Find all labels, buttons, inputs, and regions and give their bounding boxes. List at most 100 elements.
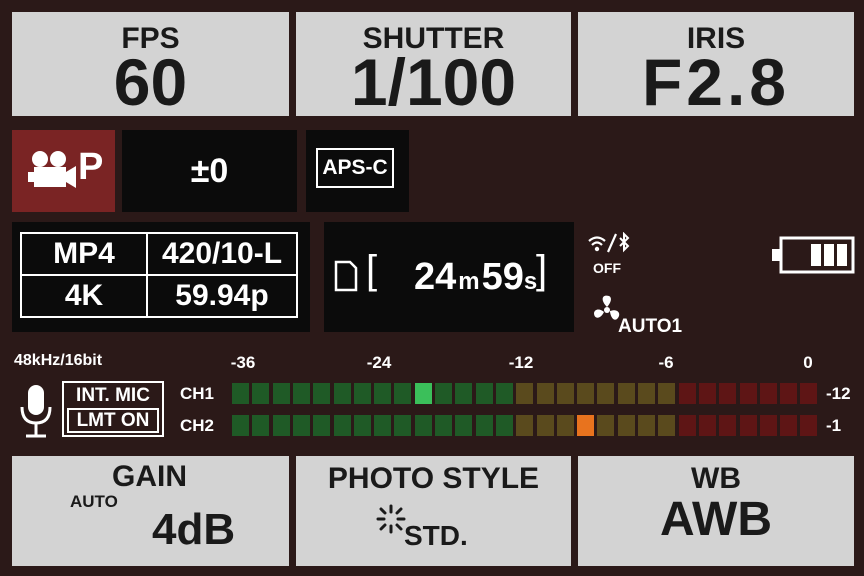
fps-tile[interactable]: FPS 60 <box>12 12 289 116</box>
wireless-status: OFF <box>593 260 621 276</box>
meter-segment <box>638 415 655 436</box>
meter-segment <box>435 415 452 436</box>
meter-segment <box>577 415 595 436</box>
fan-mode-label: AUTO1 <box>618 316 683 337</box>
exposure-comp-value: ±0 <box>190 152 229 190</box>
meter-segment <box>252 383 270 404</box>
meter-segment <box>739 383 757 404</box>
limiter-label: LMT ON <box>67 408 159 433</box>
meter-segment <box>658 383 676 404</box>
meter-segment <box>597 383 615 404</box>
meter-scale-minus6: -6 <box>658 353 674 372</box>
meter-segment <box>333 383 351 404</box>
meter-segment <box>475 383 493 404</box>
meter-segment <box>780 383 798 404</box>
mic-source-label: INT. MIC <box>76 385 150 406</box>
meter-segment <box>394 383 412 404</box>
gain-value: 4dB <box>152 505 236 554</box>
meter-segment <box>617 415 635 436</box>
record-seconds-unit: s <box>523 268 538 295</box>
meter-segment <box>719 415 737 436</box>
meter-scale-0: 0 <box>803 353 813 372</box>
meter-segment <box>577 383 595 404</box>
record-minutes: 24 <box>414 256 457 298</box>
shutter-value: 1/100 <box>350 45 517 119</box>
meter-segment <box>455 383 473 404</box>
meter-segment <box>353 415 371 436</box>
fps-value: 60 <box>113 45 188 119</box>
iris-tile[interactable]: IRIS F2.8 <box>578 12 854 116</box>
shutter-tile[interactable]: SHUTTER 1/100 <box>296 12 571 116</box>
meter-segment <box>495 415 513 436</box>
meter-scale-minus12: -12 <box>508 353 534 372</box>
meter-segment <box>272 383 290 404</box>
meter-segment <box>394 415 412 436</box>
photo-style-value: STD. <box>404 520 468 551</box>
battery-icon <box>772 236 855 274</box>
meter-segment <box>597 415 615 436</box>
mic-badge: INT. MIC LMT ON <box>62 381 164 437</box>
photo-style-sparkle-icon <box>376 504 406 534</box>
meter-segment <box>252 415 270 436</box>
meter-segment <box>516 383 534 404</box>
movie-camera-icon <box>28 151 76 188</box>
meter-segment <box>455 415 473 436</box>
meter-segment <box>353 383 371 404</box>
format-frame-rate: 59.94p <box>146 274 298 318</box>
meter-segment <box>232 383 249 404</box>
channel-label-ch1: CH1 <box>180 384 215 403</box>
meter-segment <box>800 383 818 404</box>
format-sampling: 420/10-L <box>146 232 298 276</box>
channel-peak-ch1: -12 <box>826 384 851 403</box>
meter-scale-minus36: -36 <box>230 353 256 372</box>
sensor-mode-panel[interactable]: APS-C <box>306 130 409 212</box>
record-seconds: 59 <box>481 256 524 298</box>
remaining-record-time: [ ] 24m59s <box>324 222 574 332</box>
gain-tile[interactable]: GAIN AUTO 4dB <box>12 456 289 566</box>
meter-segment <box>435 383 452 404</box>
meter-segment <box>495 383 513 404</box>
meter-segment <box>556 383 574 404</box>
shooting-mode[interactable]: P <box>12 130 115 212</box>
meter-segment <box>638 383 655 404</box>
mode-letter: P <box>78 146 104 188</box>
meter-segment <box>658 415 676 436</box>
recording-format-panel[interactable]: MP4 420/10-L 4K 59.94p <box>12 222 310 332</box>
bracket-close: ] <box>536 248 548 292</box>
wifi-bluetooth-icon[interactable] <box>586 232 634 256</box>
meter-segment <box>719 383 737 404</box>
exposure-compensation[interactable]: ±0 <box>122 130 297 212</box>
meter-segment <box>556 415 574 436</box>
photo-style-label: PHOTO STYLE <box>327 462 540 495</box>
meter-segment <box>698 415 716 436</box>
wb-tile[interactable]: WB AWB <box>578 456 854 566</box>
wb-value: AWB <box>660 493 772 546</box>
meter-segment <box>800 415 818 436</box>
meter-segment <box>516 415 534 436</box>
meter-segment <box>678 415 696 436</box>
meter-segment <box>374 383 392 404</box>
gain-label: GAIN <box>112 460 187 493</box>
format-resolution: 4K <box>20 274 148 318</box>
format-container: MP4 <box>20 232 148 276</box>
record-time-readout: 24m59s <box>414 256 537 299</box>
meter-segment <box>272 415 290 436</box>
channel-peak-ch2: -1 <box>826 416 842 435</box>
meter-segment <box>232 415 249 436</box>
meter-segment <box>313 383 331 404</box>
meter-segment <box>759 383 777 404</box>
meter-segment <box>739 415 757 436</box>
gain-auto-label: AUTO <box>70 492 118 511</box>
meter-segment <box>414 383 432 404</box>
meter-segment <box>698 383 716 404</box>
meter-segment <box>475 415 493 436</box>
meter-segment <box>313 415 331 436</box>
format-table: MP4 420/10-L 4K 59.94p <box>20 232 298 318</box>
meter-segment <box>617 383 635 404</box>
meter-segment <box>414 415 432 436</box>
photo-style-tile[interactable]: PHOTO STYLE STD. <box>296 456 571 566</box>
meter-segment <box>759 415 777 436</box>
meter-segment <box>333 415 351 436</box>
meter-segment <box>678 383 696 404</box>
meter-segment <box>292 383 310 404</box>
